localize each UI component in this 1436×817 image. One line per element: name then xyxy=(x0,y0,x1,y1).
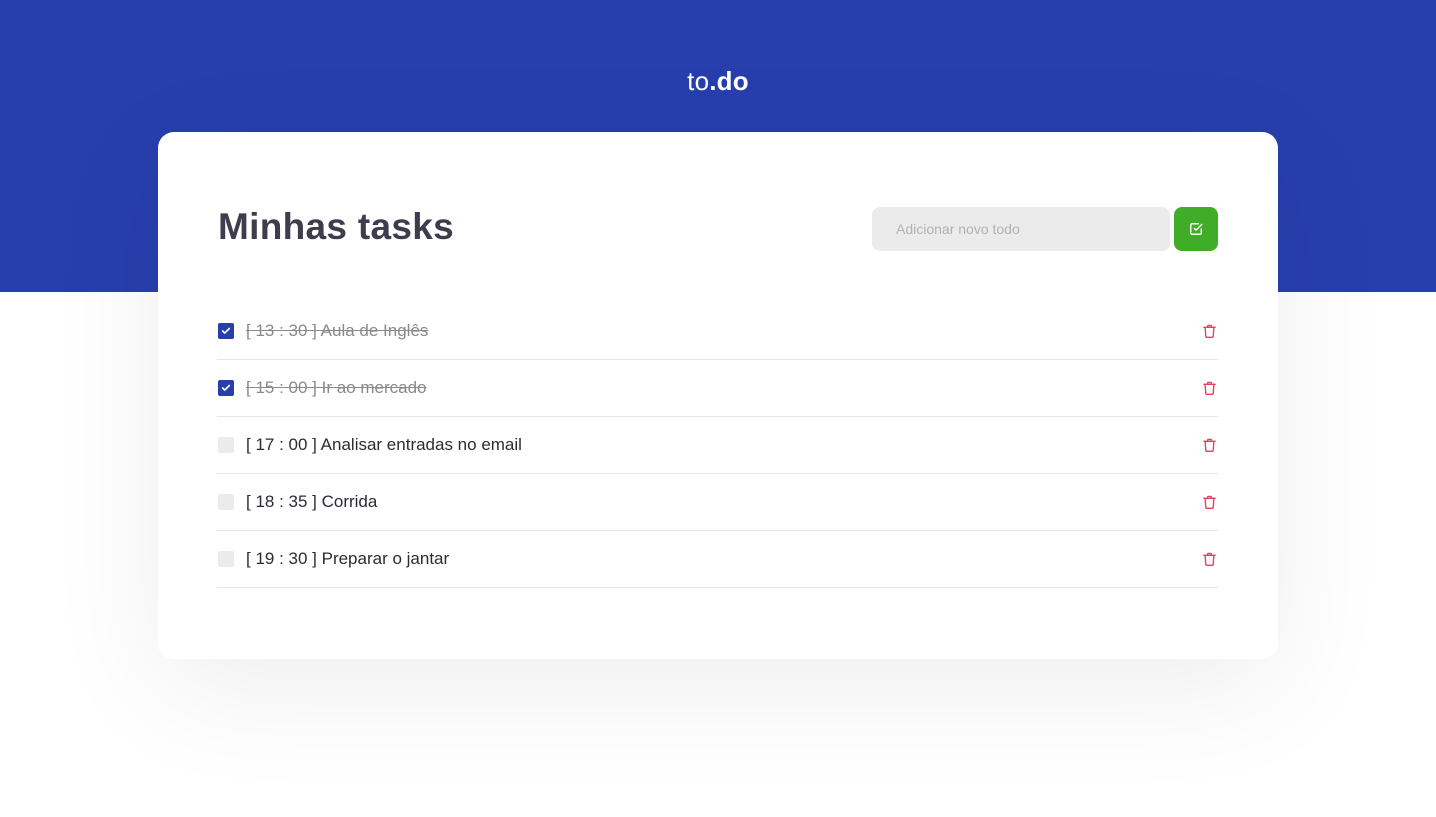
task-label: [ 17 : 00 ] Analisar entradas no email xyxy=(246,435,522,454)
task-label: [ 18 : 35 ] Corrida xyxy=(246,492,378,511)
task-checkbox[interactable] xyxy=(218,380,234,396)
trash-icon xyxy=(1202,438,1216,452)
task-checkbox[interactable] xyxy=(218,551,234,567)
task-item: [ 19 : 30 ] Preparar o jantar xyxy=(217,531,1218,588)
check-icon xyxy=(221,384,231,391)
page-title: Minhas tasks xyxy=(218,206,454,247)
trash-icon xyxy=(1202,381,1216,395)
task-item: [ 17 : 00 ] Analisar entradas no email xyxy=(217,417,1218,474)
task-item: [ 13 : 30 ] Aula de Inglês xyxy=(217,303,1218,360)
tasks-card: Minhas tasks [ 13 : 30 ] Aula de Inglês xyxy=(158,132,1278,659)
delete-task-button[interactable] xyxy=(1200,322,1218,340)
task-item: [ 18 : 35 ] Corrida xyxy=(217,474,1218,531)
trash-icon xyxy=(1202,552,1216,566)
trash-icon xyxy=(1202,324,1216,338)
delete-task-button[interactable] xyxy=(1200,493,1218,511)
task-checkbox[interactable] xyxy=(218,494,234,510)
task-label: [ 19 : 30 ] Preparar o jantar xyxy=(246,549,450,568)
delete-task-button[interactable] xyxy=(1200,550,1218,568)
task-checkbox[interactable] xyxy=(218,323,234,339)
new-todo-input[interactable] xyxy=(872,207,1170,251)
delete-task-button[interactable] xyxy=(1200,436,1218,454)
task-list: [ 13 : 30 ] Aula de Inglês [ 15 : 00 ] I… xyxy=(217,303,1218,588)
task-item: [ 15 : 00 ] Ir ao mercado xyxy=(217,360,1218,417)
trash-icon xyxy=(1202,495,1216,509)
task-checkbox[interactable] xyxy=(218,437,234,453)
check-icon xyxy=(221,327,231,334)
task-label: [ 13 : 30 ] Aula de Inglês xyxy=(246,321,429,340)
task-label: [ 15 : 00 ] Ir ao mercado xyxy=(246,378,427,397)
delete-task-button[interactable] xyxy=(1200,379,1218,397)
app-logo: to.do xyxy=(0,66,1436,97)
logo-bold-text: .do xyxy=(709,66,749,96)
add-todo-button[interactable] xyxy=(1174,207,1218,251)
logo-light-text: to xyxy=(687,66,710,96)
check-square-icon xyxy=(1190,223,1203,235)
